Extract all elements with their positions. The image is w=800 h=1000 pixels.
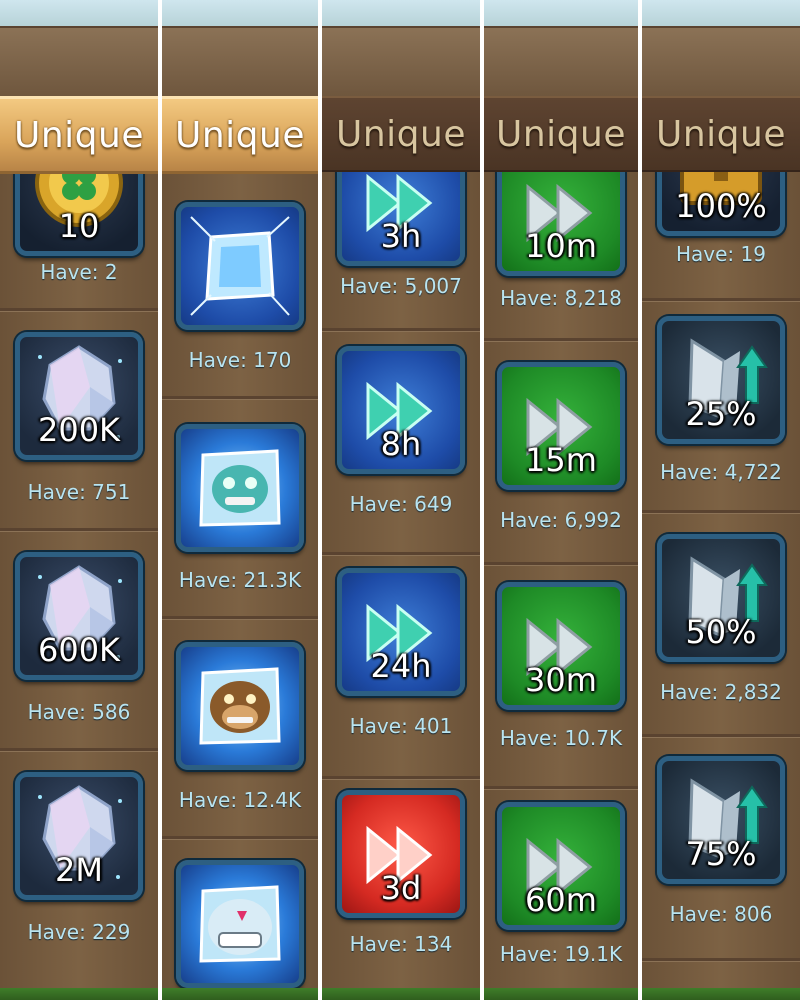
grass-strip <box>0 988 158 1000</box>
wood-panel <box>322 26 480 98</box>
item-amount: 10 <box>58 207 100 245</box>
list-item[interactable]: Have: 12.4K <box>162 620 318 836</box>
wood-panel <box>162 26 318 98</box>
grass-strip <box>484 988 638 1000</box>
sky-strip <box>322 0 480 26</box>
have-count: Have: 170 <box>188 348 292 372</box>
item-amount: 15m <box>525 441 597 479</box>
item-amount: 200K <box>37 411 121 449</box>
list-item[interactable]: 30m Have: 10.7K <box>484 566 638 786</box>
sky-strip <box>162 0 318 26</box>
tab-unique[interactable]: Unique <box>162 96 318 174</box>
list-item[interactable]: 200K Have: 751 <box>0 312 158 528</box>
wood-panel <box>0 26 158 98</box>
speed-up-blue-icon[interactable]: 24h <box>337 568 465 696</box>
list-item[interactable]: Have: 170 <box>162 168 318 396</box>
have-count: Have: 2 <box>40 260 118 284</box>
item-column-2: Have: 170 Have: 21.3K Have: 12.4K Unique <box>162 0 318 1000</box>
have-count: Have: 6,992 <box>500 508 622 532</box>
item-amount: 2M <box>55 851 103 889</box>
item-amount: 60m <box>525 881 597 919</box>
list-item[interactable]: 60m Have: 19.1K <box>484 790 638 1000</box>
list-item[interactable]: 75% Have: 806 <box>642 738 800 958</box>
monster-card-icon[interactable] <box>176 860 304 988</box>
have-count: Have: 586 <box>27 700 131 724</box>
item-amount: 50% <box>685 613 757 651</box>
wood-panel <box>642 26 800 98</box>
item-amount: 25% <box>685 395 757 433</box>
item-amount: 24h <box>370 647 432 685</box>
gem-icon[interactable]: 200K <box>15 332 143 460</box>
list-item[interactable]: 100% Have: 19 <box>642 108 800 298</box>
grass-strip <box>642 988 800 1000</box>
list-item[interactable] <box>162 840 318 1000</box>
grass-strip <box>322 988 480 1000</box>
list-item[interactable]: 3h Have: 5,007 <box>322 138 480 328</box>
list-item[interactable]: 15m Have: 6,992 <box>484 342 638 562</box>
list-item[interactable]: 50% Have: 2,832 <box>642 514 800 734</box>
have-count: Have: 8,218 <box>500 286 622 310</box>
have-count: Have: 134 <box>349 932 453 956</box>
have-count: Have: 806 <box>669 902 773 926</box>
have-count: Have: 12.4K <box>178 788 302 812</box>
have-count: Have: 19.1K <box>499 942 623 966</box>
item-amount: 75% <box>685 835 757 873</box>
have-count: Have: 4,722 <box>660 460 782 484</box>
boost-upgrade-icon[interactable]: 50% <box>657 534 785 662</box>
speed-up-green-icon[interactable]: 60m <box>497 802 625 930</box>
boost-upgrade-icon[interactable]: 75% <box>657 756 785 884</box>
monster-card-icon[interactable] <box>176 424 304 552</box>
grass-strip <box>162 988 318 1000</box>
list-item[interactable]: Have: 21.3K <box>162 400 318 616</box>
item-amount: 100% <box>675 187 767 225</box>
have-count: Have: 751 <box>27 480 131 504</box>
speed-up-red-icon[interactable]: 3d <box>337 790 465 918</box>
speed-up-blue-icon[interactable]: 8h <box>337 346 465 474</box>
sky-strip <box>642 0 800 26</box>
list-item[interactable]: 2M Have: 229 <box>0 752 158 968</box>
list-item[interactable]: 24h Have: 401 <box>322 556 480 776</box>
gem-icon[interactable]: 2M <box>15 772 143 900</box>
list-item[interactable]: 25% Have: 4,722 <box>642 302 800 510</box>
have-count: Have: 401 <box>349 714 453 738</box>
have-count: Have: 649 <box>349 492 453 516</box>
have-count: Have: 5,007 <box>340 274 462 298</box>
monster-card-icon[interactable] <box>176 642 304 770</box>
item-column-5: 100% Have: 19 25% Have: 4,722 50% Have: … <box>642 0 800 1000</box>
tab-unique[interactable]: Unique <box>0 96 158 174</box>
have-count: Have: 2,832 <box>660 680 782 704</box>
tab-unique[interactable]: Unique <box>322 96 480 172</box>
sky-strip <box>0 0 158 26</box>
list-item[interactable]: 10m Have: 8,218 <box>484 148 638 338</box>
item-amount: 10m <box>525 227 597 265</box>
item-column-4: 10m Have: 8,218 15m Have: 6,992 30m Have… <box>484 0 638 1000</box>
item-column-3: 3h Have: 5,007 8h Have: 649 24h Have: 40… <box>322 0 480 1000</box>
list-item[interactable]: 8h Have: 649 <box>322 332 480 552</box>
boost-upgrade-icon[interactable]: 25% <box>657 316 785 444</box>
have-count: Have: 19 <box>676 242 766 266</box>
have-count: Have: 10.7K <box>499 726 623 750</box>
item-amount: 3h <box>380 217 422 255</box>
speed-up-green-icon[interactable]: 15m <box>497 362 625 490</box>
item-amount: 600K <box>37 631 121 669</box>
list-item[interactable]: 3d Have: 134 <box>322 780 480 1000</box>
item-amount: 3d <box>380 869 422 907</box>
item-amount: 8h <box>380 425 422 463</box>
have-count: Have: 21.3K <box>178 568 302 592</box>
item-amount: 30m <box>525 661 597 699</box>
wood-panel <box>484 26 638 98</box>
list-item[interactable]: 600K Have: 586 <box>0 532 158 748</box>
speed-up-green-icon[interactable]: 30m <box>497 582 625 710</box>
sky-strip <box>484 0 638 26</box>
row-divider <box>642 958 800 962</box>
item-column-1: 10 Have: 2 200K Have: 751 600K Have: 586… <box>0 0 158 1000</box>
have-count: Have: 229 <box>27 920 131 944</box>
tab-unique[interactable]: Unique <box>642 96 800 172</box>
blue-energy-shard-icon[interactable] <box>176 202 304 330</box>
gem-icon[interactable]: 600K <box>15 552 143 680</box>
list-item[interactable]: 10 Have: 2 <box>0 128 158 308</box>
tab-unique[interactable]: Unique <box>484 96 638 172</box>
